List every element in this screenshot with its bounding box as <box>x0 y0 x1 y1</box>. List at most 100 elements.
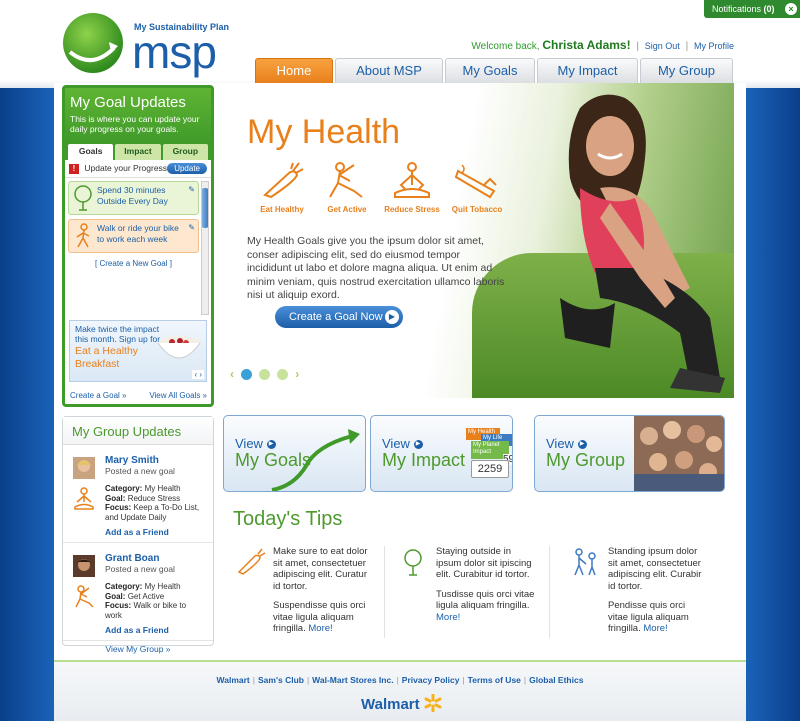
welcome-separator: | <box>685 41 689 52</box>
notifications-tab[interactable]: Notifications (0) × <box>704 0 800 18</box>
category-value: My Health <box>144 484 181 493</box>
view-my-group-link[interactable]: View My Group » <box>63 641 213 654</box>
more-link[interactable]: More! <box>308 623 332 634</box>
scrollbar-thumb[interactable] <box>202 188 208 228</box>
no-smoking-icon <box>454 164 497 199</box>
category-label: Category: <box>105 484 143 493</box>
goal-panel-tabs: Goals Impact Group <box>65 144 211 160</box>
tab-about-msp[interactable]: About MSP <box>335 58 443 83</box>
carousel-dot-2[interactable] <box>259 368 271 380</box>
card-view-label: View ▶ <box>382 436 423 451</box>
update-progress-row: ! Update your Progress Update <box>65 160 211 178</box>
category-label: Get Active <box>327 205 367 214</box>
walmart-logo[interactable]: Walmart <box>361 693 442 713</box>
category-reduce-stress[interactable]: Reduce Stress <box>382 161 442 214</box>
close-icon[interactable]: × <box>785 3 797 15</box>
meditate-icon <box>394 162 430 198</box>
view-all-goals-link[interactable]: View All Goals » <box>149 391 207 400</box>
category-quit-tobacco[interactable]: Quit Tobacco <box>447 161 507 214</box>
footer-link-terms[interactable]: Terms of Use <box>468 675 521 685</box>
view-my-goals-card[interactable]: View ▶ My Goals <box>223 415 366 492</box>
avatar[interactable] <box>73 457 95 479</box>
carousel-next[interactable]: › <box>295 367 299 381</box>
add-friend-link[interactable]: Add as a Friend <box>105 625 205 635</box>
arrow-right-icon: ▶ <box>413 440 423 450</box>
goal-list-scrollbar[interactable] <box>201 181 209 315</box>
card-title: My Impact <box>382 450 466 470</box>
view-my-impact-card[interactable]: My Health My Life My PlanetImpact 59 225… <box>370 415 513 492</box>
welcome-separator: | <box>636 41 639 52</box>
more-link[interactable]: More! <box>436 612 460 623</box>
msp-logo[interactable]: My Sustainability Plan msp <box>62 12 229 76</box>
tip-item: Staying outside in ipsum dolor sit ipisc… <box>398 546 538 631</box>
carrot-icon <box>263 162 304 199</box>
tip-text-1: Staying outside in ipsum dolor sit ipisc… <box>436 546 532 580</box>
view-text: View <box>382 436 410 451</box>
group-photo-image <box>634 416 724 491</box>
category-label: Category: <box>105 582 143 591</box>
tab-my-group[interactable]: My Group <box>640 58 733 83</box>
card-title: My Goals <box>235 450 312 470</box>
create-goal-now-button[interactable]: Create a Goal Now ▶ <box>275 306 403 328</box>
focus-line: Focus: Keep a To-Do List, and Update Dai… <box>105 503 205 522</box>
goal-panel-links: Create a Goal » View All Goals » <box>70 391 207 400</box>
category-eat-healthy[interactable]: Eat Healthy <box>252 161 312 214</box>
member-name[interactable]: Mary Smith <box>105 455 205 466</box>
group-updates-panel: My Group Updates Mary Smith Posted a new… <box>62 416 214 654</box>
goal-line-2: to work each week <box>97 234 168 244</box>
goal-updates-panel: My Goal Updates This is where you can up… <box>62 85 214 407</box>
sign-out-link[interactable]: Sign Out <box>645 41 680 51</box>
create-new-goal-link[interactable]: [ Create a New Goal ] <box>68 259 199 268</box>
avatar[interactable] <box>73 555 95 577</box>
carousel-dot-3[interactable] <box>277 368 289 380</box>
footer-link-walmart-stores[interactable]: Wal-Mart Stores Inc. <box>312 675 393 685</box>
carousel-prev[interactable]: ‹ <box>230 367 234 381</box>
goal-item[interactable]: Spend 30 minutes Outside Every Day ✎ <box>68 181 199 215</box>
footer-links: Walmart | Sam's Club | Wal-Mart Stores Inc. |… <box>54 675 746 685</box>
category-get-active[interactable]: Get Active <box>317 161 377 214</box>
member-name[interactable]: Grant Boan <box>105 553 205 564</box>
tab-impact[interactable]: Impact <box>115 144 161 160</box>
goal-item[interactable]: Walk or ride your bike to work each week… <box>68 219 199 253</box>
create-goal-link[interactable]: Create a Goal » <box>70 391 126 400</box>
cereal-bowl-image <box>157 336 201 359</box>
goal-line: Goal: Get Active <box>105 592 205 602</box>
hero-banner: My Health Eat Healthy Get Active Reduce … <box>222 83 734 398</box>
tab-group[interactable]: Group <box>162 144 208 160</box>
woman-stretching-image <box>560 94 725 393</box>
update-button[interactable]: Update <box>167 163 207 174</box>
category-value: My Health <box>144 582 181 591</box>
edit-icon[interactable]: ✎ <box>188 184 195 195</box>
group-update-item: Mary Smith Posted a new goal Category: M… <box>63 445 213 543</box>
promo-box[interactable]: Make twice the impact this month. Sign u… <box>69 320 207 382</box>
footer-link-privacy[interactable]: Privacy Policy <box>402 675 460 685</box>
arrow-right-icon: ▶ <box>577 440 587 450</box>
footer-link-global-ethics[interactable]: Global Ethics <box>529 675 583 685</box>
notifications-label: Notifications <box>712 4 762 14</box>
goal-line-1: Spend 30 minutes <box>97 185 166 195</box>
category-label: Quit Tobacco <box>451 205 503 214</box>
tab-my-goals[interactable]: My Goals <box>445 58 535 83</box>
edit-icon[interactable]: ✎ <box>188 222 195 233</box>
view-my-group-card[interactable]: View ▶ My Group <box>534 415 725 492</box>
category-line: Category: My Health <box>105 582 205 592</box>
footer-link-sams-club[interactable]: Sam's Club <box>258 675 304 685</box>
add-friend-link[interactable]: Add as a Friend <box>105 527 205 537</box>
tab-my-impact[interactable]: My Impact <box>537 58 638 83</box>
promo-nav[interactable]: ‹ › <box>192 370 204 379</box>
goal-line: Goal: Reduce Stress <box>105 494 205 504</box>
my-profile-link[interactable]: My Profile <box>694 41 734 51</box>
carousel-dot-1[interactable] <box>241 368 253 380</box>
hero-body: My Health Goals give you the ipsum dolor… <box>247 235 505 301</box>
carrot-icon <box>237 548 266 575</box>
tip-item: Standing ipsum dolor sit amet, consectet… <box>570 546 702 643</box>
tab-home[interactable]: Home <box>255 58 333 83</box>
tab-goals[interactable]: Goals <box>68 144 114 160</box>
welcome-bar: Welcome back, Christa Adams! | Sign Out … <box>471 38 734 52</box>
arrow-right-icon: ▶ <box>385 310 399 324</box>
stretch-icon <box>329 162 363 198</box>
focus-label: Focus: <box>105 601 132 610</box>
more-link[interactable]: More! <box>643 623 667 634</box>
footer-link-walmart[interactable]: Walmart <box>217 675 250 685</box>
carousel-pager: ‹ › <box>230 367 303 381</box>
